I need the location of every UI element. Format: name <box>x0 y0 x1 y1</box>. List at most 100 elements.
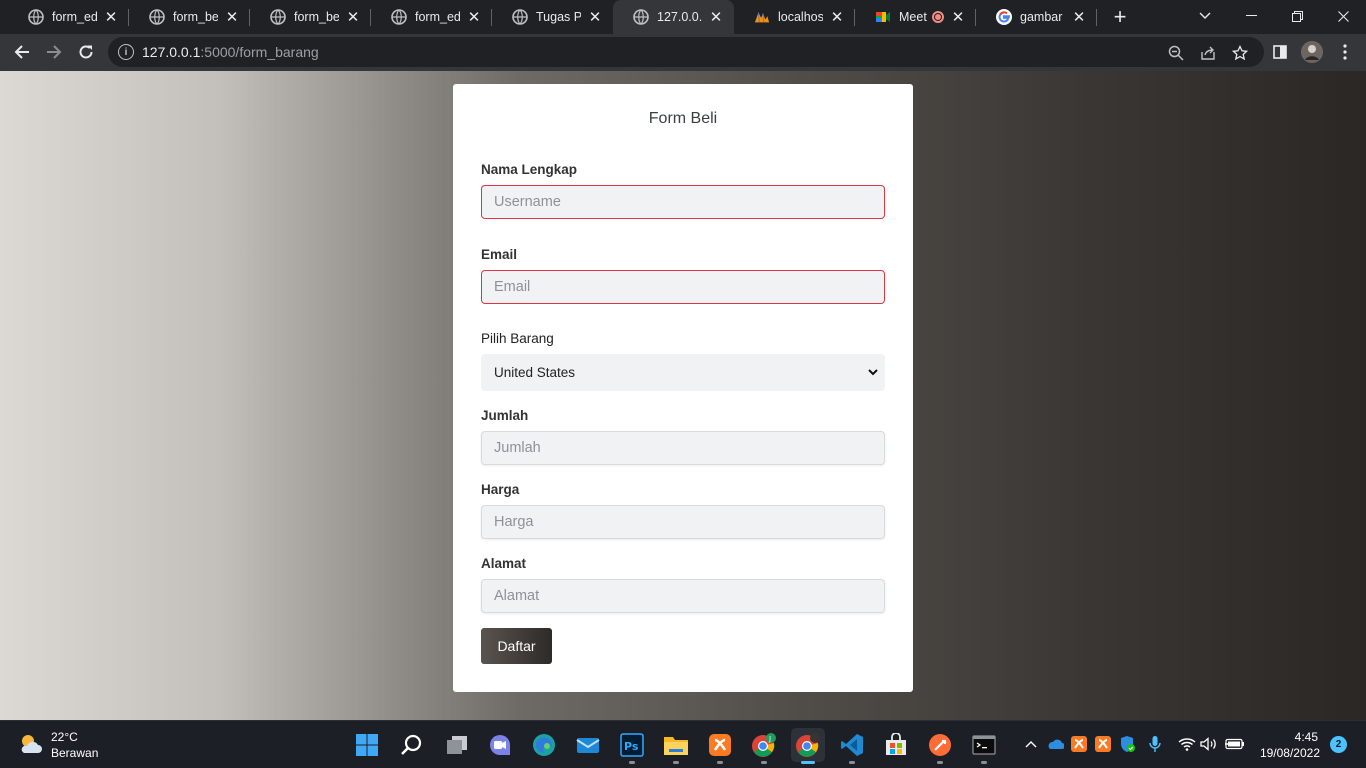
volume-icon[interactable] <box>1199 734 1219 754</box>
running-indicator <box>629 761 635 764</box>
menu-icon[interactable] <box>1334 41 1356 63</box>
close-tab-icon[interactable]: ✕ <box>829 9 845 26</box>
chevron-down-icon <box>1199 12 1211 19</box>
terminal-button[interactable] <box>967 728 1001 764</box>
wifi-icon[interactable] <box>1177 734 1197 754</box>
email-input[interactable] <box>481 270 885 304</box>
reload-icon <box>79 45 93 59</box>
label-nama-lengkap: Nama Lengkap <box>481 162 578 177</box>
xampp-icon <box>709 734 731 756</box>
site-info-icon[interactable]: i <box>118 44 134 60</box>
google-meet-icon <box>875 9 891 25</box>
close-tab-icon[interactable]: ✕ <box>708 9 724 26</box>
running-indicator <box>761 761 767 764</box>
security-shield-icon[interactable] <box>1117 734 1137 754</box>
tab-title: form_beli.h <box>294 10 339 24</box>
label-pilih-barang: Pilih Barang <box>481 331 554 346</box>
back-button[interactable] <box>8 38 36 66</box>
globe-icon <box>270 9 286 25</box>
browser-tab[interactable]: Meet ✕ <box>855 0 976 34</box>
notification-badge[interactable]: 2 <box>1330 736 1347 753</box>
recording-icon <box>932 11 944 23</box>
edge-button[interactable] <box>527 728 561 762</box>
close-tab-icon[interactable]: ✕ <box>1071 9 1087 26</box>
microsoft-store-button[interactable] <box>879 728 913 762</box>
file-explorer-icon <box>664 737 688 755</box>
mail-icon <box>576 738 600 753</box>
xampp-tray-icon[interactable] <box>1069 734 1089 754</box>
close-tab-icon[interactable]: ✕ <box>103 9 119 26</box>
zoom-icon[interactable] <box>1165 42 1187 64</box>
address-bar[interactable]: i 127.0.0.1:5000/form_barang <box>108 37 1264 67</box>
close-tab-icon[interactable]: ✕ <box>466 9 482 26</box>
vscode-button[interactable] <box>835 728 869 764</box>
form-card: Form Beli Nama Lengkap Email Pilih Baran… <box>453 84 913 692</box>
harga-input[interactable] <box>481 505 885 539</box>
chrome-profile-button[interactable]: J <box>747 728 781 764</box>
reload-button[interactable] <box>72 38 100 66</box>
close-tab-icon[interactable]: ✕ <box>587 9 603 26</box>
daftar-button[interactable]: Daftar <box>481 628 552 664</box>
tab-strip: form_edit_✕form_beli.h✕form_beli.h✕form_… <box>0 0 1366 34</box>
new-tab-button[interactable]: + <box>1108 4 1132 29</box>
task-view-button[interactable] <box>440 728 474 762</box>
browser-tab[interactable]: form_beli.h ✕ <box>250 0 371 34</box>
tab-title: localhost / <box>778 10 823 24</box>
running-indicator <box>981 761 987 764</box>
browser-tab[interactable]: form_edit_ ✕ <box>371 0 492 34</box>
alamat-input[interactable] <box>481 579 885 613</box>
task-view-icon <box>447 736 467 754</box>
profile-avatar[interactable] <box>1301 41 1323 63</box>
photoshop-button[interactable]: Ps <box>615 728 649 764</box>
weather-desc: Berawan <box>51 746 99 760</box>
start-button[interactable] <box>350 728 384 762</box>
browser-tab[interactable]: form_beli.h ✕ <box>129 0 250 34</box>
pilih-barang-select[interactable]: United States <box>481 354 885 391</box>
browser-tab[interactable]: Tugas Pem ✕ <box>492 0 613 34</box>
clock-date[interactable]: 19/08/2022 <box>1256 746 1320 760</box>
side-panel-icon[interactable] <box>1269 41 1291 63</box>
postman-icon <box>929 734 951 756</box>
teams-chat-button[interactable] <box>483 728 517 762</box>
globe-icon <box>391 9 407 25</box>
nama-lengkap-input[interactable] <box>481 185 885 219</box>
phpmyadmin-icon <box>754 9 770 25</box>
teams-chat-icon <box>490 735 510 755</box>
onedrive-icon[interactable] <box>1045 734 1065 754</box>
browser-tab[interactable]: localhost / ✕ <box>734 0 855 34</box>
browser-tab[interactable]: gambar p ✕ <box>976 0 1097 34</box>
close-tab-icon[interactable]: ✕ <box>950 9 966 26</box>
bookmark-star-icon[interactable] <box>1229 42 1251 64</box>
xampp-button[interactable] <box>703 728 737 764</box>
postman-button[interactable] <box>923 728 957 764</box>
url-text[interactable]: 127.0.0.1:5000/form_barang <box>142 44 319 60</box>
share-icon[interactable] <box>1197 42 1219 64</box>
battery-icon[interactable] <box>1225 734 1245 754</box>
close-tab-icon[interactable]: ✕ <box>345 9 361 26</box>
close-icon <box>1337 10 1349 22</box>
close-window-button[interactable] <box>1320 0 1366 32</box>
close-tab-icon[interactable]: ✕ <box>224 9 240 26</box>
arrow-left-icon <box>14 45 29 59</box>
forward-button[interactable] <box>40 38 68 66</box>
xampp-tray-icon-2[interactable] <box>1093 734 1113 754</box>
microphone-icon[interactable] <box>1145 734 1165 754</box>
tab-title: Meet <box>899 10 927 24</box>
taskbar-search-button[interactable] <box>395 728 429 762</box>
show-hidden-icons[interactable] <box>1021 734 1041 754</box>
browser-tab[interactable]: form_edit_ ✕ <box>8 0 129 34</box>
file-explorer-button[interactable] <box>659 728 693 764</box>
select-value: United States <box>494 365 576 380</box>
browser-tab[interactable]: 127.0.0.1:5 ✕ <box>613 0 734 34</box>
running-indicator <box>801 761 815 764</box>
arrow-right-icon <box>47 45 62 59</box>
jumlah-input[interactable] <box>481 431 885 465</box>
mail-button[interactable] <box>571 728 605 762</box>
restore-button[interactable] <box>1274 0 1320 32</box>
running-indicator <box>937 761 943 764</box>
tab-search-button[interactable] <box>1182 0 1228 32</box>
chrome-button[interactable] <box>791 728 825 764</box>
clock-time[interactable]: 4:45 <box>1290 730 1318 744</box>
minimize-button[interactable] <box>1228 0 1274 32</box>
edge-icon <box>533 734 555 756</box>
